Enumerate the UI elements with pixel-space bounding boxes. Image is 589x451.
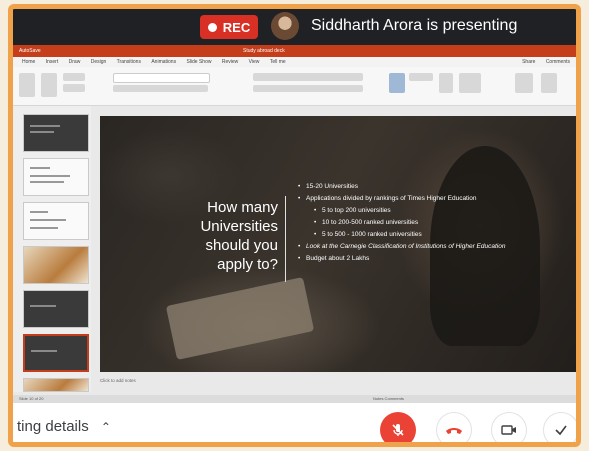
paste-icon[interactable] — [19, 73, 35, 97]
menu-design[interactable]: Design — [91, 59, 107, 65]
check-icon — [555, 425, 567, 436]
dictate-icon[interactable] — [515, 73, 533, 93]
slide-thumbnail-selected[interactable] — [23, 334, 89, 372]
font-name-field[interactable] — [113, 73, 210, 83]
camera-icon — [501, 425, 516, 435]
comments-button[interactable]: Comments — [546, 59, 570, 65]
slide-thumbnail[interactable] — [23, 246, 89, 284]
ppt-status-bar: Slide 10 of 20 Notes Comments — [13, 395, 576, 403]
align-icons[interactable] — [253, 85, 363, 92]
document-title: Study abroad deck — [243, 48, 285, 54]
slide-canvas[interactable]: How many Universities should you apply t… — [100, 116, 576, 372]
paragraph-icons[interactable] — [253, 73, 363, 81]
menu-draw[interactable]: Draw — [69, 59, 81, 65]
slide-counter: Slide 10 of 20 — [19, 396, 44, 401]
shared-screen-frame: REC Siddharth Arora is presenting AutoSa… — [8, 4, 581, 447]
meeting-details-button[interactable]: ting details ⌃ — [17, 418, 111, 435]
slide-thumbnail[interactable] — [23, 114, 89, 152]
font-format-icons[interactable] — [113, 85, 208, 92]
slide-bullet-list: 15-20 Universities Applications divided … — [298, 182, 576, 263]
slide-thumbnail[interactable] — [23, 158, 89, 196]
notes-placeholder[interactable]: Click to add notes — [100, 378, 136, 383]
slide-divider — [285, 196, 286, 282]
new-slide-icon[interactable] — [41, 73, 57, 97]
menu-tell-me[interactable]: Tell me — [270, 59, 286, 65]
menu-review[interactable]: Review — [222, 59, 238, 65]
hangup-icon — [446, 428, 462, 434]
slide-thumbnail[interactable] — [23, 202, 89, 240]
slide-question: How many Universities should you apply t… — [158, 198, 278, 274]
notes-comments-toggle[interactable]: Notes Comments — [373, 395, 404, 403]
reset-icon[interactable] — [63, 84, 85, 92]
bullet-item: Budget about 2 Lakhs — [298, 254, 576, 263]
slide-question-line: Universities — [200, 218, 278, 235]
menu-transitions[interactable]: Transitions — [117, 59, 141, 65]
mic-off-button[interactable] — [380, 412, 416, 442]
chevron-up-icon: ⌃ — [100, 420, 111, 434]
quick-styles-icon[interactable] — [459, 73, 481, 93]
slide-thumbnail-pane — [13, 106, 91, 392]
design-ideas-icon[interactable] — [541, 73, 557, 93]
avatar — [271, 12, 299, 40]
meeting-details-label: ting details — [17, 418, 89, 435]
slide-question-line: should you — [205, 237, 278, 254]
menu-animations[interactable]: Animations — [151, 59, 176, 65]
menu-view[interactable]: View — [249, 59, 260, 65]
presenting-label: Siddharth Arora is presenting — [311, 17, 518, 34]
picture-icon[interactable] — [389, 73, 405, 93]
bullet-item: Applications divided by rankings of Time… — [298, 194, 576, 203]
bullet-subitem: 10 to 200-500 ranked universities — [314, 218, 576, 227]
slide-thumbnail[interactable] — [23, 290, 89, 328]
end-call-button[interactable] — [436, 412, 472, 442]
autosave-toggle[interactable]: AutoSave — [19, 45, 41, 57]
slide-question-line: How many — [207, 199, 278, 216]
bullet-subitem: 5 to 500 - 1000 ranked universities — [314, 230, 576, 239]
bullet-subitem: 5 to top 200 universities — [314, 206, 576, 215]
powerpoint-window: AutoSave Study abroad deck Home Insert D… — [13, 45, 576, 403]
mic-off-icon — [392, 424, 404, 436]
record-dot-icon — [207, 22, 217, 32]
ribbon-toolbar — [13, 67, 576, 106]
meet-top-bar: REC Siddharth Arora is presenting — [13, 9, 576, 45]
recording-badge: REC — [200, 15, 258, 39]
bullet-item: 15-20 Universities — [298, 182, 576, 191]
meet-bottom-bar: ting details ⌃ — [13, 403, 576, 442]
ppt-title-bar: AutoSave Study abroad deck — [13, 45, 576, 57]
menu-slide-show[interactable]: Slide Show — [186, 59, 211, 65]
camera-button[interactable] — [491, 412, 527, 442]
slide-thumbnail[interactable] — [23, 378, 89, 392]
book-image — [165, 277, 315, 360]
bullet-item: Look at the Carnegie Classification of I… — [298, 242, 576, 251]
share-button[interactable]: Share — [522, 59, 535, 65]
shapes-icon[interactable] — [409, 73, 433, 81]
layout-icon[interactable] — [63, 73, 85, 81]
ppt-menu-bar: Home Insert Draw Design Transitions Anim… — [13, 57, 576, 67]
menu-insert[interactable]: Insert — [46, 59, 59, 65]
slide-question-line: apply to? — [217, 256, 278, 273]
arrange-icon[interactable] — [439, 73, 453, 93]
more-button[interactable] — [543, 412, 576, 442]
menu-home[interactable]: Home — [22, 59, 35, 65]
rec-label: REC — [222, 19, 251, 35]
